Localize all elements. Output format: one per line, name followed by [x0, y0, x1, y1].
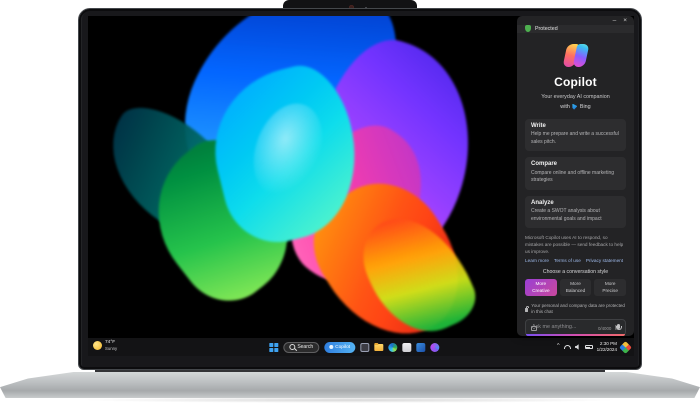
privacy-note: Your personal and company data are prote…	[531, 303, 626, 315]
laptop-base	[0, 372, 700, 398]
card-title: Write	[531, 123, 620, 129]
notification-center-icon[interactable]	[619, 341, 632, 354]
edge-browser-button[interactable]	[388, 343, 397, 352]
protected-label: Protected	[535, 26, 558, 32]
style-line2: Precise	[597, 288, 623, 294]
legal-links: Learn more Terms of use Privacy statemen…	[525, 258, 626, 263]
copilot-titlebar: – ×	[517, 16, 634, 25]
style-line2: Balanced	[563, 288, 589, 294]
card-title: Compare	[531, 161, 620, 167]
copilot-pill-label: Copilot	[335, 345, 350, 350]
card-description: Help me prepare and write a successful s…	[531, 131, 620, 146]
conversation-style-buttons: More Creative More Balanced More Precise	[525, 279, 626, 296]
battery-icon[interactable]	[585, 345, 593, 349]
chat-input-box[interactable]: 0/4000 ▷	[525, 319, 626, 336]
sun-icon	[93, 341, 102, 350]
style-more-balanced-button[interactable]: More Balanced	[560, 279, 592, 296]
taskbar-center: Search Copilot	[269, 338, 439, 356]
copilot-subtitle: Your everyday AI companion	[517, 94, 634, 100]
weather-widget[interactable]: 74°F Sunny	[93, 340, 117, 351]
search-label: Search	[297, 344, 313, 350]
ai-disclaimer: Microsoft Copilot uses AI to respond, so…	[525, 234, 626, 255]
copilot-panel: – × Protected Copilot Your everyday AI c…	[517, 16, 634, 336]
volume-icon[interactable]	[575, 344, 581, 350]
clock[interactable]: 2:30 PM 1/22/2024	[597, 341, 617, 352]
chevron-up-icon[interactable]: ^	[557, 344, 560, 350]
lock-icon	[525, 308, 528, 312]
taskbar: 74°F Sunny Search Copilot	[88, 338, 634, 356]
shield-icon	[525, 25, 531, 32]
bing-icon	[572, 104, 577, 110]
tray-date: 1/22/2024	[597, 347, 617, 353]
copilot-logo-icon	[563, 44, 589, 67]
suggestion-card-compare[interactable]: Compare Compare online and offline marke…	[525, 157, 626, 190]
suggestion-card-analyze[interactable]: Analyze Create a SWOT analysis about env…	[525, 196, 626, 229]
chat-input-footer: 0/4000 ▷	[531, 325, 620, 331]
laptop-mockup: – × Protected Copilot Your everyday AI c…	[0, 0, 700, 408]
privacy-note-row: Your personal and company data are prote…	[525, 303, 626, 315]
privacy-statement-link[interactable]: Privacy statement	[586, 258, 623, 263]
conversation-style-label: Choose a conversation style	[517, 269, 634, 275]
settings-app-button[interactable]	[402, 343, 411, 352]
terms-of-use-link[interactable]: Terms of use	[554, 258, 581, 263]
protected-banner: Protected	[517, 25, 634, 33]
with-label: with	[560, 104, 570, 110]
store-app-button[interactable]	[430, 343, 439, 352]
file-explorer-button[interactable]	[374, 344, 383, 351]
minimize-icon[interactable]: –	[613, 18, 617, 25]
with-bing-row: with Bing	[517, 104, 634, 110]
style-more-creative-button[interactable]: More Creative	[525, 279, 557, 296]
bing-label: Bing	[580, 104, 591, 110]
input-accent-underline	[526, 334, 625, 336]
card-title: Analyze	[531, 200, 620, 206]
search-icon	[289, 344, 295, 350]
learn-more-link[interactable]: Learn more	[525, 258, 549, 263]
suggestion-card-write[interactable]: Write Help me prepare and write a succes…	[525, 119, 626, 152]
char-counter: 0/4000	[598, 326, 611, 331]
card-description: Create a SWOT analysis about environment…	[531, 208, 620, 223]
send-icon[interactable]: ▷	[615, 325, 620, 331]
style-line2: Creative	[528, 288, 554, 294]
copilot-taskbar-button[interactable]: Copilot	[324, 342, 355, 353]
system-tray: ^ 2:30 PM 1/22/2024	[557, 338, 630, 356]
start-button[interactable]	[269, 343, 278, 352]
copilot-pill-icon	[329, 345, 333, 349]
add-image-icon[interactable]	[531, 326, 537, 331]
suggestion-cards: Write Help me prepare and write a succes…	[525, 119, 626, 235]
copilot-title: Copilot	[517, 75, 634, 89]
close-icon[interactable]: ×	[623, 18, 627, 25]
weather-condition: Sunny	[105, 346, 117, 351]
wifi-icon[interactable]	[564, 345, 571, 349]
card-description: Compare online and offline marketing str…	[531, 170, 620, 185]
outlook-app-button[interactable]	[416, 343, 425, 352]
laptop-screen: – × Protected Copilot Your everyday AI c…	[88, 16, 634, 356]
task-view-button[interactable]	[360, 343, 369, 352]
search-box[interactable]: Search	[283, 342, 319, 353]
style-more-precise-button[interactable]: More Precise	[594, 279, 626, 296]
copilot-hero: Copilot Your everyday AI companion with …	[517, 33, 634, 110]
